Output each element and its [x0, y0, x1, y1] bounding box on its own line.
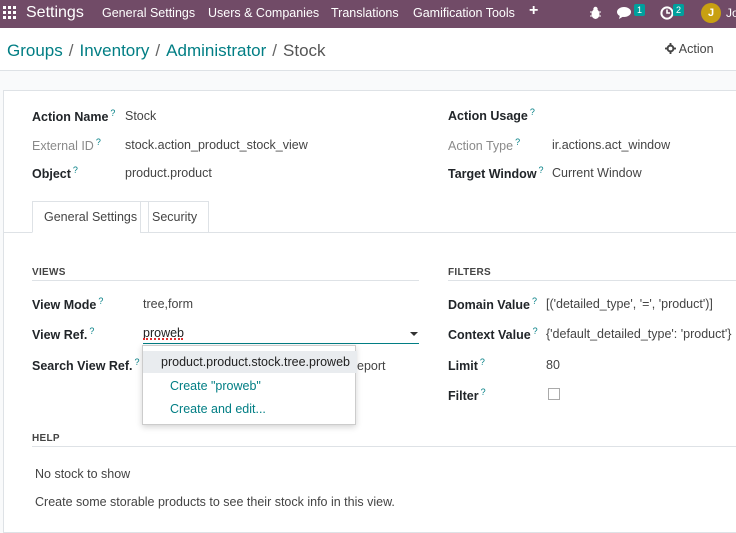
breadcrumb-administrator[interactable]: Administrator [166, 41, 266, 60]
chevron-down-icon[interactable] [410, 332, 418, 336]
help-tooltip-icon[interactable]: ? [73, 165, 78, 175]
form-sheet: Action Name? Stock External ID? stock.ac… [3, 90, 736, 533]
app-brand[interactable]: Settings [26, 4, 84, 22]
view-ref-autocomplete: product.product.stock.tree.proweb Create… [142, 345, 357, 425]
views-divider [32, 280, 419, 281]
tab-general-settings[interactable]: General Settings [32, 201, 150, 233]
help-divider [32, 446, 736, 447]
menu-translations[interactable]: Translations [331, 6, 399, 20]
help-tooltip-icon[interactable]: ? [532, 296, 537, 306]
help-section-title: HELP [32, 433, 60, 444]
apps-menu-icon[interactable] [3, 6, 17, 20]
search-view-ref-label: Search View Ref.? [32, 357, 140, 374]
filter-checkbox[interactable] [548, 388, 560, 400]
menu-gamification-tools[interactable]: Gamification Tools [413, 6, 515, 20]
view-mode-label: View Mode? [32, 296, 104, 313]
menu-users-companies[interactable]: Users & Companies [208, 6, 319, 20]
object-value[interactable]: product.product [125, 166, 212, 180]
action-type-value: ir.actions.act_window [552, 138, 671, 152]
help-tooltip-icon[interactable]: ? [481, 387, 486, 397]
domain-value-label: Domain Value? [448, 296, 537, 313]
breadcrumb: Groups / Inventory / Administrator / Stock [7, 41, 326, 61]
help-tooltip-icon[interactable]: ? [96, 137, 101, 147]
help-tooltip-icon[interactable]: ? [480, 357, 485, 367]
autocomplete-create-edit[interactable]: Create and edit... [143, 398, 357, 420]
filter-label: Filter? [448, 387, 486, 404]
autocomplete-create[interactable]: Create "proweb" [143, 375, 357, 397]
help-tooltip-icon[interactable]: ? [110, 108, 115, 118]
target-window-label: Target Window? [448, 165, 544, 182]
action-menu-button[interactable]: Action [665, 42, 714, 56]
action-name-label: Action Name? [32, 108, 116, 125]
help-tooltip-icon[interactable]: ? [530, 107, 535, 117]
object-label: Object? [32, 165, 78, 182]
messages-icon[interactable] [617, 6, 633, 20]
context-value-label: Context Value? [448, 326, 538, 343]
notebook-tabs: General Settings Security [4, 201, 736, 233]
view-mode-value[interactable]: tree,form [143, 297, 193, 311]
help-tooltip-icon[interactable]: ? [539, 165, 544, 175]
help-tooltip-icon[interactable]: ? [533, 326, 538, 336]
breadcrumb-groups[interactable]: Groups [7, 41, 63, 60]
action-menu-label: Action [678, 42, 714, 56]
action-type-label: Action Type? [448, 137, 521, 154]
help-tooltip-icon[interactable]: ? [89, 326, 94, 336]
messages-count-badge: 1 [634, 4, 646, 16]
breadcrumb-separator: / [155, 41, 161, 60]
help-tooltip-icon[interactable]: ? [515, 137, 520, 147]
action-usage-label: Action Usage? [448, 107, 535, 124]
action-name-value[interactable]: Stock [125, 109, 156, 123]
domain-value[interactable]: [('detailed_type', '=', 'product')] [546, 297, 713, 311]
views-section-title: VIEWS [32, 267, 66, 278]
limit-value[interactable]: 80 [546, 358, 560, 372]
control-panel: Groups / Inventory / Administrator / Stock Act… [0, 28, 736, 71]
filters-section-title: FILTERS [448, 267, 492, 278]
user-name[interactable]: Jo [726, 6, 736, 20]
spellcheck-underline [143, 337, 183, 340]
avatar[interactable]: J [701, 3, 721, 23]
help-tooltip-icon[interactable]: ? [98, 296, 103, 306]
help-text-body: Create some storable products to see the… [35, 495, 395, 509]
external-id-value: stock.action_product_stock_view [125, 138, 308, 152]
tab-security[interactable]: Security [140, 201, 210, 233]
breadcrumb-current: Stock [283, 41, 326, 60]
breadcrumb-separator: / [272, 41, 278, 60]
menu-general-settings[interactable]: General Settings [102, 6, 195, 20]
search-view-ref-value[interactable]: eport [357, 359, 386, 373]
view-ref-input[interactable]: proweb [143, 322, 419, 344]
view-ref-label: View Ref.? [32, 326, 95, 343]
activities-count-badge: 2 [673, 4, 685, 16]
autocomplete-option[interactable]: product.product.stock.tree.proweb [143, 351, 357, 373]
plus-icon[interactable]: + [529, 2, 538, 20]
breadcrumb-separator: / [68, 41, 74, 60]
top-navbar: Settings General Settings Users & Compan… [0, 0, 736, 28]
context-value[interactable]: {'default_detailed_type': 'product'} [546, 327, 731, 341]
help-tooltip-icon[interactable]: ? [135, 357, 140, 367]
external-id-label: External ID? [32, 137, 101, 154]
gear-icon [665, 43, 676, 54]
help-text-title: No stock to show [35, 467, 131, 481]
activity-clock-icon[interactable] [660, 6, 674, 20]
breadcrumb-inventory[interactable]: Inventory [79, 41, 149, 60]
bug-icon[interactable] [589, 6, 602, 20]
filters-divider [448, 280, 736, 281]
limit-label: Limit? [448, 357, 485, 374]
target-window-value[interactable]: Current Window [552, 166, 642, 180]
